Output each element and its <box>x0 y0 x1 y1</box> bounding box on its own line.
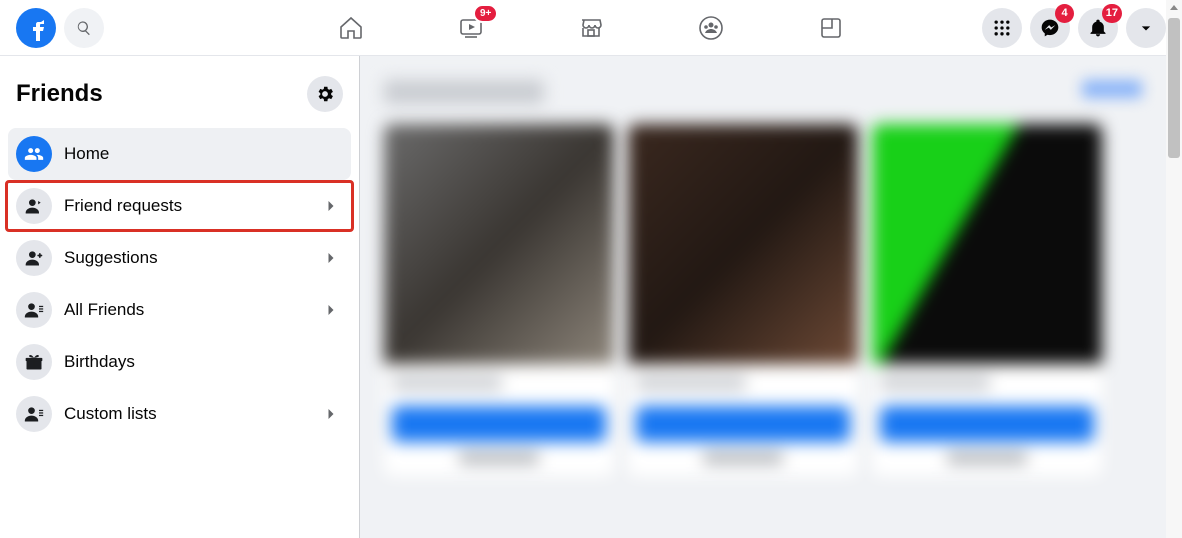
friend-card <box>384 124 614 476</box>
sidebar-item-label: All Friends <box>64 300 307 320</box>
chevron-right-icon <box>319 194 343 218</box>
topbar-center-tabs: 9+ <box>295 0 887 56</box>
friend-card-secondary-button[interactable] <box>703 452 783 464</box>
scrollbar-up-arrow[interactable] <box>1169 3 1179 13</box>
search-button[interactable] <box>64 8 104 48</box>
nav-groups[interactable] <box>655 0 767 56</box>
account-button[interactable] <box>1126 8 1166 48</box>
home-icon <box>337 14 365 42</box>
see-all-link-blurred <box>1082 80 1142 98</box>
friend-card-primary-button[interactable] <box>880 406 1094 442</box>
chevron-right-icon <box>319 298 343 322</box>
sidebar-item-label: Home <box>64 144 343 164</box>
friend-card-secondary-button[interactable] <box>459 452 539 464</box>
chevron-right-icon <box>319 402 343 426</box>
top-nav-bar: 9+ 4 17 <box>0 0 1182 56</box>
nav-home[interactable] <box>295 0 407 56</box>
topbar-right: 4 17 <box>982 8 1166 48</box>
sidebar-item-friend-requests[interactable]: Friend requests <box>5 180 354 232</box>
friend-card-name <box>880 376 990 390</box>
sidebar-item-suggestions[interactable]: Suggestions <box>8 232 351 284</box>
notifications-button[interactable]: 17 <box>1078 8 1118 48</box>
gear-icon <box>315 84 335 104</box>
friend-card-photo <box>384 124 614 364</box>
topbar-left <box>16 8 104 48</box>
marketplace-icon <box>577 14 605 42</box>
friends-sidebar: Friends Home Friend requests Suggestions Al… <box>0 56 360 538</box>
content-area <box>360 56 1182 538</box>
friends-icon <box>16 136 52 172</box>
friend-card-photo <box>628 124 858 364</box>
chevron-down-icon <box>1136 18 1156 38</box>
sidebar-item-all-friends[interactable]: All Friends <box>8 284 351 336</box>
friend-card-primary-button[interactable] <box>636 406 850 442</box>
sidebar-item-label: Friend requests <box>64 196 307 216</box>
friend-card <box>872 124 1102 476</box>
page-title: Friends <box>16 80 103 108</box>
menu-button[interactable] <box>982 8 1022 48</box>
main-area: Friends Home Friend requests Suggestions Al… <box>0 56 1182 538</box>
grid-icon <box>992 18 1012 38</box>
messenger-button[interactable]: 4 <box>1030 8 1070 48</box>
section-heading-blurred <box>384 80 544 104</box>
friend-cards-row <box>384 124 1158 476</box>
gift-icon <box>16 344 52 380</box>
person-list-icon <box>16 396 52 432</box>
nav-watch[interactable]: 9+ <box>415 0 527 56</box>
sidebar-item-label: Birthdays <box>64 352 343 372</box>
person-list-icon <box>16 292 52 328</box>
scrollbar-thumb[interactable] <box>1168 18 1180 158</box>
friend-card-name <box>392 376 502 390</box>
friend-card-primary-button[interactable] <box>392 406 606 442</box>
person-plus-icon <box>16 240 52 276</box>
gaming-icon <box>817 14 845 42</box>
friend-card-photo <box>872 124 1102 364</box>
nav-gaming[interactable] <box>775 0 887 56</box>
friend-card-secondary-button[interactable] <box>947 452 1027 464</box>
chevron-right-icon <box>319 246 343 270</box>
messenger-badge: 4 <box>1055 4 1074 23</box>
settings-button[interactable] <box>307 76 343 112</box>
search-icon <box>76 20 92 36</box>
sidebar-item-birthdays[interactable]: Birthdays <box>8 336 351 388</box>
notifications-badge: 17 <box>1102 4 1122 23</box>
nav-marketplace[interactable] <box>535 0 647 56</box>
sidebar-item-home[interactable]: Home <box>8 128 351 180</box>
messenger-icon <box>1040 18 1060 38</box>
facebook-logo[interactable] <box>16 8 56 48</box>
friend-card <box>628 124 858 476</box>
friend-card-name <box>636 376 746 390</box>
watch-badge: 9+ <box>473 4 498 23</box>
person-arrow-icon <box>16 188 52 224</box>
sidebar-menu: Home Friend requests Suggestions All Friend… <box>8 128 351 440</box>
window-scrollbar[interactable] <box>1166 0 1182 538</box>
sidebar-item-label: Suggestions <box>64 248 307 268</box>
groups-icon <box>697 14 725 42</box>
sidebar-item-custom-lists[interactable]: Custom lists <box>8 388 351 440</box>
sidebar-header: Friends <box>8 64 351 128</box>
sidebar-item-label: Custom lists <box>64 404 307 424</box>
